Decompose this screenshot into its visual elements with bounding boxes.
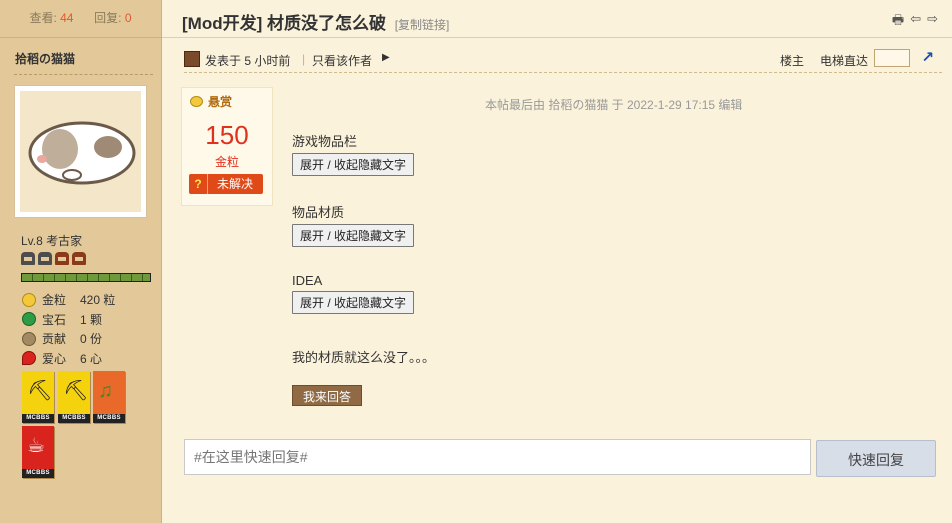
thread-title-text: [Mod开发] 材质没了怎么破 (182, 14, 386, 33)
apple-icon (22, 351, 36, 366)
hidden-section: 游戏物品栏 展开 / 收起隐藏文字 (292, 131, 415, 176)
contribution-icon (22, 331, 36, 346)
medal-caption: MCBBS (22, 414, 54, 423)
bounty-status-badge: ? 未解决 (189, 174, 263, 194)
bounty-unit: 金粒 (214, 155, 239, 169)
medal-caption: MCBBS (22, 469, 54, 478)
print-icon[interactable]: 🖶 (892, 11, 904, 33)
xp-bar (21, 273, 151, 282)
cat-avatar-icon (28, 121, 136, 185)
thread-stats: 查看: 44 回复: 0 (0, 0, 161, 38)
floor-label: 楼主 (779, 54, 804, 68)
bounty-amount: 150 (205, 120, 249, 150)
stat-label: 爱心 (42, 351, 67, 366)
views-count: 44 (60, 11, 74, 25)
xp-bar-fill (22, 274, 150, 281)
hidden-section: IDEA 展开 / 收起隐藏文字 (292, 273, 415, 314)
avatar-image (20, 91, 141, 212)
previous-thread-icon[interactable]: ⇦ (910, 11, 921, 33)
stat-label: 贡献 (42, 332, 67, 347)
separator: | (302, 52, 306, 66)
medal-java[interactable]: ☕ MCBBS (22, 426, 54, 478)
title-actions: 🖶 ⇦ ⇨ (892, 11, 938, 33)
hidden-section: 物品材质 展开 / 收起隐藏文字 (292, 202, 415, 247)
medal-pickaxe[interactable]: ⛏ MCBBS (58, 371, 90, 423)
medal-caption: MCBBS (58, 414, 90, 423)
elevator-label: 电梯直达 (819, 54, 868, 68)
play-triangle-icon[interactable]: ▶ (382, 52, 390, 63)
medal-pickaxe[interactable]: ⛏ MCBBS (22, 371, 54, 423)
author-name[interactable]: 拾稻の猫猫 (15, 50, 75, 67)
author-sidebar: 查看: 44 回复: 0 拾稻の猫猫 Lv.8 考古家 金粒 420 粒 宝石 … (0, 0, 162, 523)
author-mini-avatar-icon (184, 51, 200, 67)
avatar[interactable] (15, 86, 146, 217)
replies-count: 0 (124, 11, 132, 25)
toggle-hidden-text-button[interactable]: 展开 / 收起隐藏文字 (292, 291, 415, 314)
views-label: 查看: (29, 11, 57, 25)
pickaxe-icon: ⛏ (27, 380, 53, 402)
toggle-hidden-text-button[interactable]: 展开 / 收起隐藏文字 (292, 153, 415, 176)
stat-gold: 金粒 420 粒 (22, 290, 115, 310)
post-info-bar: 发表于 5 小时前 | 只看该作者 ▶ 楼主 电梯直达 ↗ (184, 44, 942, 73)
level-helmets (21, 252, 86, 265)
floor-jump-input[interactable] (874, 49, 910, 67)
medal-caption: MCBBS (93, 414, 125, 423)
java-cup-icon: ☕ (27, 435, 45, 457)
stat-value: 1 颗 (80, 312, 103, 327)
go-arrow-icon[interactable]: ↗ (921, 48, 934, 66)
post-text: 我的材质就这么没了。。。 (292, 350, 436, 365)
bounty-header: 悬赏 (190, 93, 232, 110)
stat-contribution: 贡献 0 份 (22, 329, 115, 349)
helmet-icon (72, 252, 86, 265)
user-level[interactable]: Lv.8 考古家 (21, 232, 82, 249)
stat-love: 爱心 6 心 (22, 349, 115, 369)
gold-nugget-icon (190, 96, 203, 107)
section-label: 物品材质 (292, 205, 345, 220)
bounty-status: 未解决 (217, 177, 254, 191)
thread-title: [Mod开发] 材质没了怎么破 [复制链接] (182, 9, 449, 34)
only-author-link[interactable]: 只看该作者 (312, 52, 372, 69)
answer-button[interactable]: 我来回答 (292, 385, 362, 406)
bounty-label: 悬赏 (208, 95, 233, 109)
replies-label: 回复: (94, 11, 122, 25)
stat-label: 宝石 (42, 312, 67, 327)
quick-reply-button[interactable]: 快速回复 (816, 440, 936, 477)
posted-time: 发表于 5 小时前 (205, 54, 291, 68)
helmet-icon (55, 252, 69, 265)
helmet-icon (21, 252, 35, 265)
quick-reply-input[interactable] (184, 439, 811, 475)
post-content: 游戏物品栏 展开 / 收起隐藏文字 物品材质 展开 / 收起隐藏文字 IDEA … (292, 131, 415, 340)
gold-nugget-icon (22, 292, 36, 307)
toggle-hidden-text-button[interactable]: 展开 / 收起隐藏文字 (292, 224, 415, 247)
last-edit-note: 本帖最后由 拾稻の猫猫 于 2022-1-29 17:15 编辑 (485, 98, 743, 112)
section-label: 游戏物品栏 (292, 134, 358, 149)
pickaxe-icon: ⛏ (63, 380, 89, 402)
emerald-icon (22, 312, 36, 327)
helmet-icon (38, 252, 52, 265)
thread-title-bar: [Mod开发] 材质没了怎么破 [复制链接] 🖶 ⇦ ⇨ (162, 0, 952, 38)
music-note-icon: ♫ (98, 380, 113, 402)
stat-value: 0 份 (80, 332, 103, 347)
post-main: [Mod开发] 材质没了怎么破 [复制链接] 🖶 ⇦ ⇨ 发表于 5 小时前 |… (162, 0, 952, 523)
question-icon: ? (189, 174, 208, 194)
stat-value: 6 心 (80, 351, 103, 366)
next-thread-icon[interactable]: ⇨ (927, 11, 938, 33)
section-label: IDEA (292, 273, 323, 288)
stat-label: 金粒 (42, 293, 67, 308)
stat-gem: 宝石 1 颗 (22, 310, 115, 330)
bounty-box: 悬赏 150 金粒 ? 未解决 (181, 87, 273, 206)
stat-value: 420 粒 (80, 293, 116, 308)
medal-music[interactable]: ♫ MCBBS (93, 371, 125, 423)
copy-link[interactable]: [复制链接] (395, 18, 450, 32)
divider (14, 74, 153, 75)
user-stats: 金粒 420 粒 宝石 1 颗 贡献 0 份 爱心 6 心 (22, 290, 115, 368)
